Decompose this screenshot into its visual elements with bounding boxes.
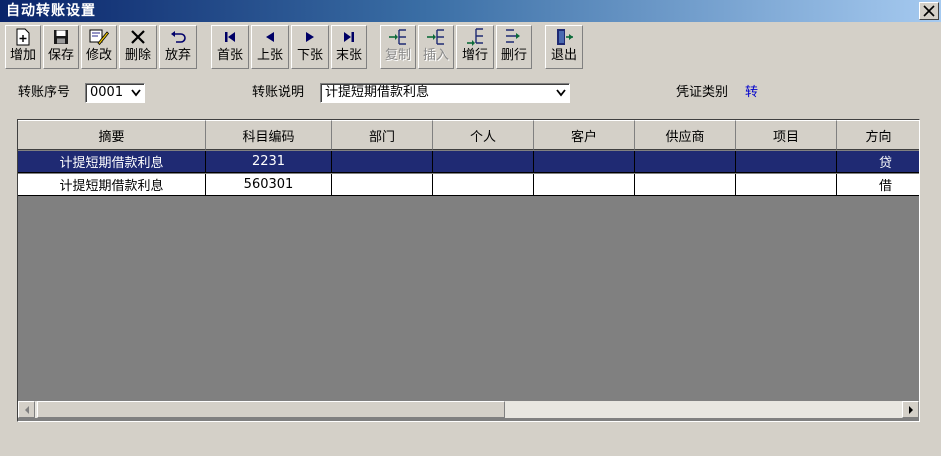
edit-button[interactable]: 修改 <box>81 25 117 69</box>
prev-label: 上张 <box>256 48 283 63</box>
grid-header: 摘要 科目编码 部门 个人 客户 供应商 项目 方向 <box>18 120 919 150</box>
copy-row-icon <box>389 29 406 45</box>
chevron-down-icon <box>131 89 141 97</box>
add-label: 增加 <box>9 48 36 63</box>
prev-button[interactable]: 上张 <box>251 25 289 69</box>
scroll-left-button[interactable] <box>18 401 35 418</box>
cell-dept[interactable] <box>332 151 433 173</box>
delete-row-icon <box>506 29 520 43</box>
cell-project[interactable] <box>736 174 837 196</box>
undo-icon <box>171 31 186 43</box>
table-row[interactable]: 计提短期借款利息 2231 贷 <box>18 151 919 173</box>
cell-customer[interactable] <box>534 174 635 196</box>
edit-icon <box>89 29 109 46</box>
insert-row-icon <box>427 29 444 45</box>
cell-account[interactable]: 2231 <box>206 151 332 173</box>
col-header-project[interactable]: 项目 <box>736 120 837 150</box>
prev-record-icon <box>266 32 274 42</box>
cell-person[interactable] <box>433 151 534 173</box>
close-button[interactable] <box>919 2 939 20</box>
title-bar: 自动转账设置 <box>0 0 941 22</box>
desc-label: 转账说明 <box>252 85 305 100</box>
copy-label: 复制 <box>384 48 411 63</box>
insert-button[interactable]: 插入 <box>418 25 454 69</box>
delete-row-button[interactable]: 删行 <box>496 25 532 69</box>
arrow-right-icon <box>908 405 913 414</box>
cell-person[interactable] <box>433 174 534 196</box>
last-button[interactable]: 末张 <box>331 25 367 69</box>
first-record-icon <box>225 32 235 42</box>
delete-label: 删除 <box>124 48 151 63</box>
insert-label: 插入 <box>422 48 449 63</box>
exit-label: 退出 <box>550 48 577 63</box>
col-header-dept[interactable]: 部门 <box>332 120 433 150</box>
window-title: 自动转账设置 <box>6 3 96 19</box>
col-header-person[interactable]: 个人 <box>433 120 534 150</box>
discard-button[interactable]: 放弃 <box>159 25 197 69</box>
cell-customer[interactable] <box>534 151 635 173</box>
edit-label: 修改 <box>85 48 112 63</box>
add-row-icon <box>467 28 483 46</box>
voucher-type-value: 转 <box>745 85 759 100</box>
discard-label: 放弃 <box>164 48 191 63</box>
col-header-supplier[interactable]: 供应商 <box>635 120 736 150</box>
auto-transfer-window: 自动转账设置 增加 保存 修改 删除 放弃 首张 上张 下张 末张 复制 插入 … <box>0 0 941 456</box>
last-record-icon <box>344 32 354 42</box>
close-icon <box>923 5 935 17</box>
add-button[interactable]: 增加 <box>5 25 41 69</box>
seq-value: 0001 <box>90 85 124 100</box>
last-label: 末张 <box>335 48 362 63</box>
cell-summary[interactable]: 计提短期借款利息 <box>18 151 206 173</box>
delete-row-label: 删行 <box>500 48 527 63</box>
desc-select[interactable]: 计提短期借款利息 <box>320 83 570 103</box>
cell-direction[interactable]: 贷 <box>837 151 919 173</box>
delete-button[interactable]: 删除 <box>119 25 157 69</box>
col-header-summary[interactable]: 摘要 <box>18 120 206 150</box>
horizontal-scrollbar[interactable] <box>18 401 919 418</box>
delete-icon <box>131 30 145 44</box>
save-label: 保存 <box>47 48 74 63</box>
exit-door-icon <box>557 29 573 45</box>
new-document-icon <box>16 28 30 46</box>
transfer-grid[interactable]: 摘要 科目编码 部门 个人 客户 供应商 项目 方向 计提短期借款利息 2231… <box>17 119 920 422</box>
cell-supplier[interactable] <box>635 151 736 173</box>
table-row[interactable]: 计提短期借款利息 560301 借 <box>18 174 919 196</box>
cell-dept[interactable] <box>332 174 433 196</box>
cell-supplier[interactable] <box>635 174 736 196</box>
save-icon <box>54 30 68 44</box>
desc-value: 计提短期借款利息 <box>325 85 430 100</box>
col-header-direction[interactable]: 方向 <box>837 120 919 150</box>
cell-direction[interactable]: 借 <box>837 174 919 196</box>
next-label: 下张 <box>296 48 323 63</box>
cell-project[interactable] <box>736 151 837 173</box>
cell-summary[interactable]: 计提短期借款利息 <box>18 174 206 196</box>
add-row-button[interactable]: 增行 <box>456 25 494 69</box>
first-label: 首张 <box>216 48 243 63</box>
save-button[interactable]: 保存 <box>43 25 79 69</box>
arrow-left-icon <box>24 405 29 414</box>
seq-select[interactable]: 0001 <box>85 83 145 103</box>
col-header-account[interactable]: 科目编码 <box>206 120 332 150</box>
next-record-icon <box>306 32 314 42</box>
exit-button[interactable]: 退出 <box>545 25 583 69</box>
cell-account[interactable]: 560301 <box>206 174 332 196</box>
seq-label: 转账序号 <box>18 85 71 100</box>
col-header-customer[interactable]: 客户 <box>534 120 635 150</box>
voucher-type-label: 凭证类别 <box>676 85 729 100</box>
scroll-right-button[interactable] <box>902 401 919 418</box>
first-button[interactable]: 首张 <box>211 25 249 69</box>
copy-button[interactable]: 复制 <box>380 25 416 69</box>
chevron-down-icon <box>556 89 566 97</box>
scrollbar-thumb[interactable] <box>37 401 505 418</box>
next-button[interactable]: 下张 <box>291 25 329 69</box>
add-row-label: 增行 <box>461 48 488 63</box>
